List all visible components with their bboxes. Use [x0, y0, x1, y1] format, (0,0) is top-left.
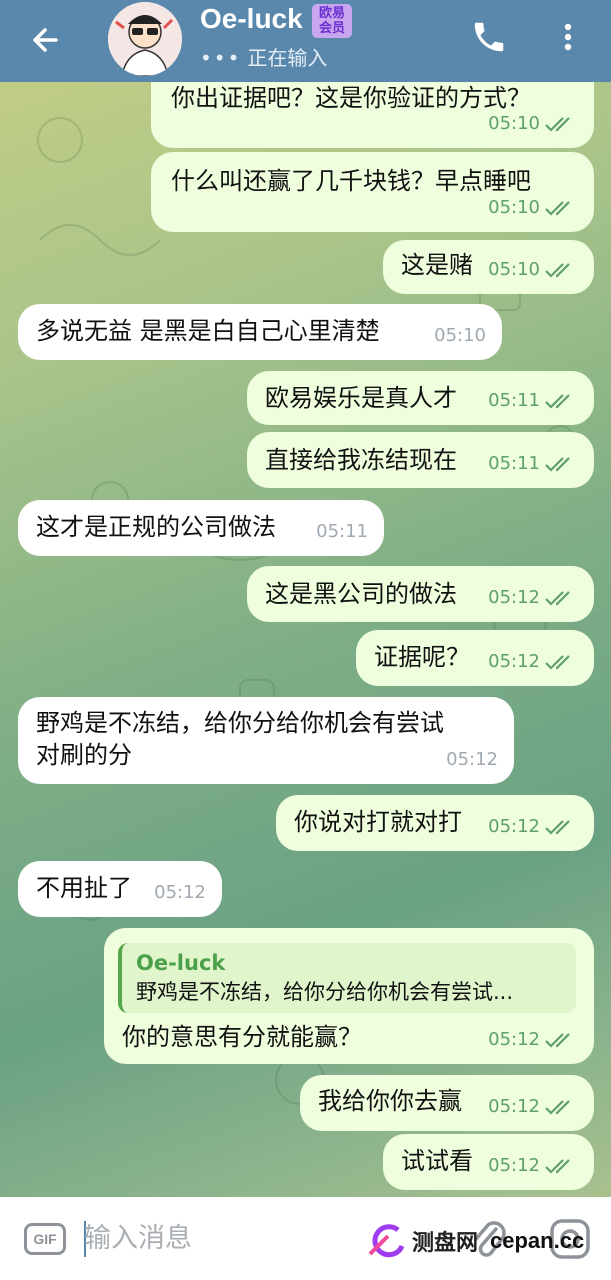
message-time: 05:12 [488, 587, 540, 608]
message-time: 05:12 [154, 882, 206, 903]
reply-quote[interactable]: Oe-luck 野鸡是不冻结，给你分给你机会有尝试... [118, 943, 576, 1013]
message-time: 05:10 [434, 325, 486, 346]
watermark-text-cn: 测盘网 [412, 1231, 479, 1256]
message-text: 我给你你去赢 [318, 1087, 462, 1115]
message-text: 你说对打就对打 [294, 808, 462, 836]
incoming-message[interactable]: 野鸡是不冻结，给你分给你机会有尝试 对刷的分 05:12 [18, 697, 514, 784]
message-meta: 05:12 [488, 645, 576, 678]
message-meta: 05:10 [434, 319, 486, 352]
message-time: 05:12 [488, 1029, 540, 1050]
outgoing-message[interactable]: 我给你你去赢 05:12 [300, 1075, 594, 1131]
message-text: 直接给我冻结现在 [265, 446, 457, 474]
outgoing-message[interactable]: 这是黑公司的做法 05:12 [247, 566, 594, 622]
contact-name[interactable]: Oe-luck [200, 3, 303, 35]
double-check-icon [545, 1158, 570, 1174]
message-meta: 05:10 [488, 107, 576, 140]
message-meta: 05:12 [488, 1023, 576, 1056]
double-check-icon [545, 654, 570, 670]
message-time: 05:12 [488, 1096, 540, 1117]
contact-avatar[interactable] [108, 2, 182, 76]
reply-text: 野鸡是不冻结，给你分给你机会有尝试... [136, 980, 514, 1004]
message-time: 05:11 [316, 521, 368, 542]
reply-author: Oe-luck [136, 951, 226, 975]
badge-line-1: 欧易 [318, 6, 345, 21]
double-check-icon [545, 200, 570, 216]
message-meta: 05:12 [488, 581, 576, 614]
message-meta: 05:12 [488, 1149, 576, 1182]
message-meta: 05:11 [488, 384, 576, 417]
message-meta: 05:10 [488, 253, 576, 286]
outgoing-message[interactable]: 你说对打就对打 05:12 [276, 795, 594, 851]
badge-line-2: 会员 [318, 21, 345, 36]
message-text: 你的意思有分就能赢？ [122, 1023, 362, 1051]
message-text: 什么叫还赢了几千块钱？早点睡吧 [171, 167, 531, 195]
double-check-icon [545, 1032, 570, 1048]
incoming-message[interactable]: 这才是正规的公司做法 05:11 [18, 500, 384, 556]
message-time: 05:12 [488, 1155, 540, 1176]
outgoing-message[interactable]: 直接给我冻结现在 05:11 [247, 432, 594, 488]
incoming-message[interactable]: 多说无益 是黑是白自己心里清楚 05:10 [18, 304, 502, 360]
double-check-icon [545, 393, 570, 409]
gif-button[interactable]: GIF [24, 1223, 66, 1255]
outgoing-message[interactable]: 这是赌 05:10 [383, 240, 594, 294]
double-check-icon [545, 819, 570, 835]
message-text: 你出证据吧？这是你验证的方式？ [171, 84, 531, 112]
incoming-message[interactable]: 不用扯了 05:12 [18, 861, 222, 917]
double-check-icon [545, 590, 570, 606]
typing-status: ••• 正在输入 [200, 42, 327, 71]
watermark-text-url: cepan.cc [490, 1228, 585, 1253]
watermark-logo-icon [368, 1224, 405, 1258]
message-meta: 05:12 [154, 876, 206, 909]
double-check-icon [545, 262, 570, 278]
message-text: 试试看 [401, 1147, 473, 1175]
message-meta: 05:10 [488, 191, 576, 224]
message-text: 不用扯了 [36, 874, 132, 902]
message-text: 证据呢？ [374, 643, 470, 671]
double-check-icon [545, 116, 570, 132]
message-time: 05:10 [488, 113, 540, 134]
message-meta: 05:11 [316, 515, 368, 548]
message-text: 多说无益 是黑是白自己心里清楚 [36, 317, 380, 345]
message-time: 05:10 [488, 259, 540, 280]
more-options-icon[interactable] [558, 18, 578, 56]
message-time: 05:12 [488, 651, 540, 672]
message-time: 05:12 [446, 749, 498, 770]
back-arrow-icon[interactable] [26, 20, 66, 60]
message-text-line-2: 对刷的分 [36, 741, 132, 769]
outgoing-message[interactable]: 你出证据吧？这是你验证的方式？ 05:10 [151, 82, 594, 148]
outgoing-message[interactable]: 证据呢？ 05:12 [356, 630, 594, 686]
member-badge: 欧易 会员 [312, 4, 352, 38]
message-meta: 05:12 [488, 1090, 576, 1123]
message-meta: 05:11 [488, 447, 576, 480]
outgoing-message[interactable]: 试试看 05:12 [383, 1134, 594, 1190]
watermark: 测盘网 cepan.cc [368, 1216, 584, 1266]
typing-dots-icon: ••• [200, 46, 242, 70]
message-time: 05:12 [488, 816, 540, 837]
message-text: 这是黑公司的做法 [265, 580, 457, 608]
double-check-icon [545, 456, 570, 472]
typing-status-text: 正在输入 [247, 46, 328, 70]
message-text: 这才是正规的公司做法 [36, 513, 276, 541]
message-text: 这是赌 [401, 251, 473, 279]
message-meta: 05:12 [488, 810, 576, 843]
chat-header: Oe-luck 欧易 会员 ••• 正在输入 [0, 0, 611, 82]
double-check-icon [545, 1099, 570, 1115]
message-meta: 05:12 [446, 743, 498, 776]
message-time: 05:10 [488, 197, 540, 218]
phone-icon[interactable] [470, 18, 508, 56]
message-text: 欧易娱乐是真人才 [265, 384, 457, 412]
message-text: 野鸡是不冻结，给你分给你机会有尝试 [36, 709, 444, 737]
outgoing-message[interactable]: 什么叫还赢了几千块钱？早点睡吧 05:10 [151, 152, 594, 232]
outgoing-message[interactable]: 欧易娱乐是真人才 05:11 [247, 371, 594, 425]
message-time: 05:11 [488, 453, 540, 474]
message-time: 05:11 [488, 390, 540, 411]
